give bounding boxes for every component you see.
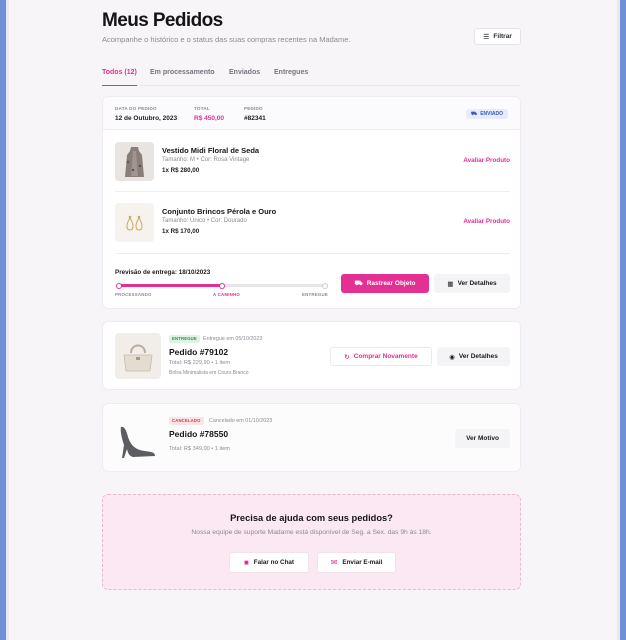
tab-processing[interactable]: Em processamento	[150, 68, 215, 86]
order-details-button[interactable]: ◉ Ver Detalhes	[437, 347, 510, 366]
progress-step-dot	[219, 282, 225, 289]
order-card-header: DATA DO PEDIDO 12 de Outubro, 2023 TOTAL…	[103, 97, 520, 130]
order-date: 12 de Outubro, 2023	[115, 115, 178, 122]
list-item: Conjunto Brincos Pérola e Ouro Tamanho: …	[115, 203, 510, 243]
order-tabs: Todos (12) Em processamento Enviados Ent…	[102, 68, 521, 86]
review-product-link[interactable]: Avaliar Produto	[463, 218, 510, 225]
tab-delivered[interactable]: Entregues	[274, 68, 308, 86]
status-badge-delivered: ENTREGUE	[169, 335, 200, 343]
item-name[interactable]: Conjunto Brincos Pérola e Ouro	[162, 207, 276, 216]
item-details: Tamanho: Único • Cor: Dourado	[162, 218, 247, 224]
eye-icon: ◉	[449, 353, 455, 361]
status-badge-shipped: ⛟ ENVIADO	[465, 109, 508, 119]
shipping-progress-fill	[117, 284, 223, 287]
track-order-button[interactable]: ⛟ Rastrear Objeto	[341, 274, 429, 293]
filter-button[interactable]: ☰ Filtrar	[474, 28, 521, 45]
order-date-label: DATA DO PEDIDO	[115, 106, 157, 111]
filter-icon: ☰	[483, 33, 490, 41]
window-frame-right-inner	[617, 0, 620, 640]
handbag-product-image[interactable]	[115, 333, 161, 379]
order-description: Bolsa Minimalista em Couro Branco	[169, 370, 249, 376]
delivered-date: Entregue em 05/10/2023	[203, 335, 263, 342]
order-total-label: TOTAL	[194, 106, 210, 111]
cancelled-date: Cancelado em 01/10/2023	[209, 417, 273, 424]
order-summary: Total: R$ 229,90 • 1 item	[169, 360, 231, 366]
order-number[interactable]: Pedido #78550	[169, 429, 228, 439]
order-card-delivered: ENTREGUE Entregue em 05/10/2023 Pedido #…	[102, 321, 521, 390]
order-total: R$ 450,00	[194, 115, 224, 122]
track-order-label: Rastrear Objeto	[366, 280, 416, 287]
page-subtitle: Acompanhe o histórico e o status das sua…	[102, 35, 351, 44]
order-details-label: Ver Detalhes	[457, 280, 497, 287]
earrings-product-image[interactable]	[115, 203, 154, 242]
step-delivered-label: ENTREGUE	[302, 292, 328, 297]
item-price: 1x R$ 170,00	[162, 228, 200, 235]
progress-step-dot	[322, 282, 328, 289]
step-processing-label: PROCESSANDO	[115, 292, 152, 297]
order-details-label: Ver Detalhes	[458, 353, 498, 360]
tab-shipped[interactable]: Enviados	[229, 68, 260, 86]
step-in-transit-label: A CAMINHO	[213, 292, 241, 297]
help-title: Precisa de ajuda com seus pedidos?	[230, 513, 393, 523]
chat-icon: ■	[243, 557, 249, 567]
order-number[interactable]: Pedido #79102	[169, 347, 228, 357]
shipping-progress-bar	[116, 282, 328, 289]
order-details-button[interactable]: ▦ Ver Detalhes	[434, 274, 510, 293]
status-badge-cancelled: CANCELADO	[169, 417, 204, 425]
divider	[115, 191, 510, 192]
window-frame-left-inner	[6, 0, 9, 640]
receipt-icon: ▦	[447, 280, 454, 288]
mail-icon: ✉	[330, 557, 338, 567]
refresh-icon: ↻	[344, 353, 350, 361]
heels-product-image[interactable]	[115, 415, 161, 461]
email-button[interactable]: ✉ Enviar E-mail	[317, 552, 396, 573]
page-header: Meus Pedidos Acompanhe o histórico e o s…	[102, 0, 521, 62]
progress-step-dot	[116, 282, 122, 289]
email-button-label: Enviar E-mail	[342, 559, 383, 566]
divider	[115, 253, 510, 254]
filter-button-label: Filtrar	[493, 33, 512, 40]
order-summary: Total: R$ 349,00 • 1 item	[169, 446, 231, 452]
order-number: #82341	[244, 115, 266, 122]
item-name[interactable]: Vestido Midi Floral de Seda	[162, 146, 259, 155]
page-title: Meus Pedidos	[102, 10, 223, 31]
status-badge-label: ENVIADO	[480, 111, 503, 117]
buy-again-label: Comprar Novamente	[353, 353, 418, 360]
order-card-cancelled: CANCELADO Cancelado em 01/10/2023 Pedido…	[102, 403, 521, 472]
truck-icon: ⛟	[354, 280, 363, 287]
item-price: 1x R$ 280,00	[162, 167, 200, 174]
help-subtitle: Nossa equipe de suporte Madame está disp…	[191, 529, 432, 536]
view-reason-button[interactable]: Ver Motivo	[455, 429, 510, 448]
truck-icon: ⛟	[470, 110, 478, 117]
window-frame-right	[620, 0, 626, 640]
chat-button-label: Falar no Chat	[253, 559, 295, 566]
dress-product-image[interactable]	[115, 142, 154, 181]
order-number-label: PEDIDO	[244, 106, 263, 111]
orders-page: Meus Pedidos Acompanhe o histórico e o s…	[102, 0, 521, 590]
buy-again-button[interactable]: ↻ Comprar Novamente	[330, 347, 432, 366]
order-card-shipped: DATA DO PEDIDO 12 de Outubro, 2023 TOTAL…	[102, 96, 521, 309]
review-product-link[interactable]: Avaliar Produto	[463, 157, 510, 164]
list-item: Vestido Midi Floral de Seda Tamanho: M •…	[115, 142, 510, 182]
delivery-forecast: Previsão de entrega: 18/10/2023	[115, 269, 211, 276]
tab-all[interactable]: Todos (12)	[102, 68, 137, 86]
help-section: Precisa de ajuda com seus pedidos? Nossa…	[102, 494, 521, 590]
chat-button[interactable]: ■ Falar no Chat	[229, 552, 309, 573]
item-details: Tamanho: M • Cor: Rosa Vintage	[162, 157, 250, 163]
